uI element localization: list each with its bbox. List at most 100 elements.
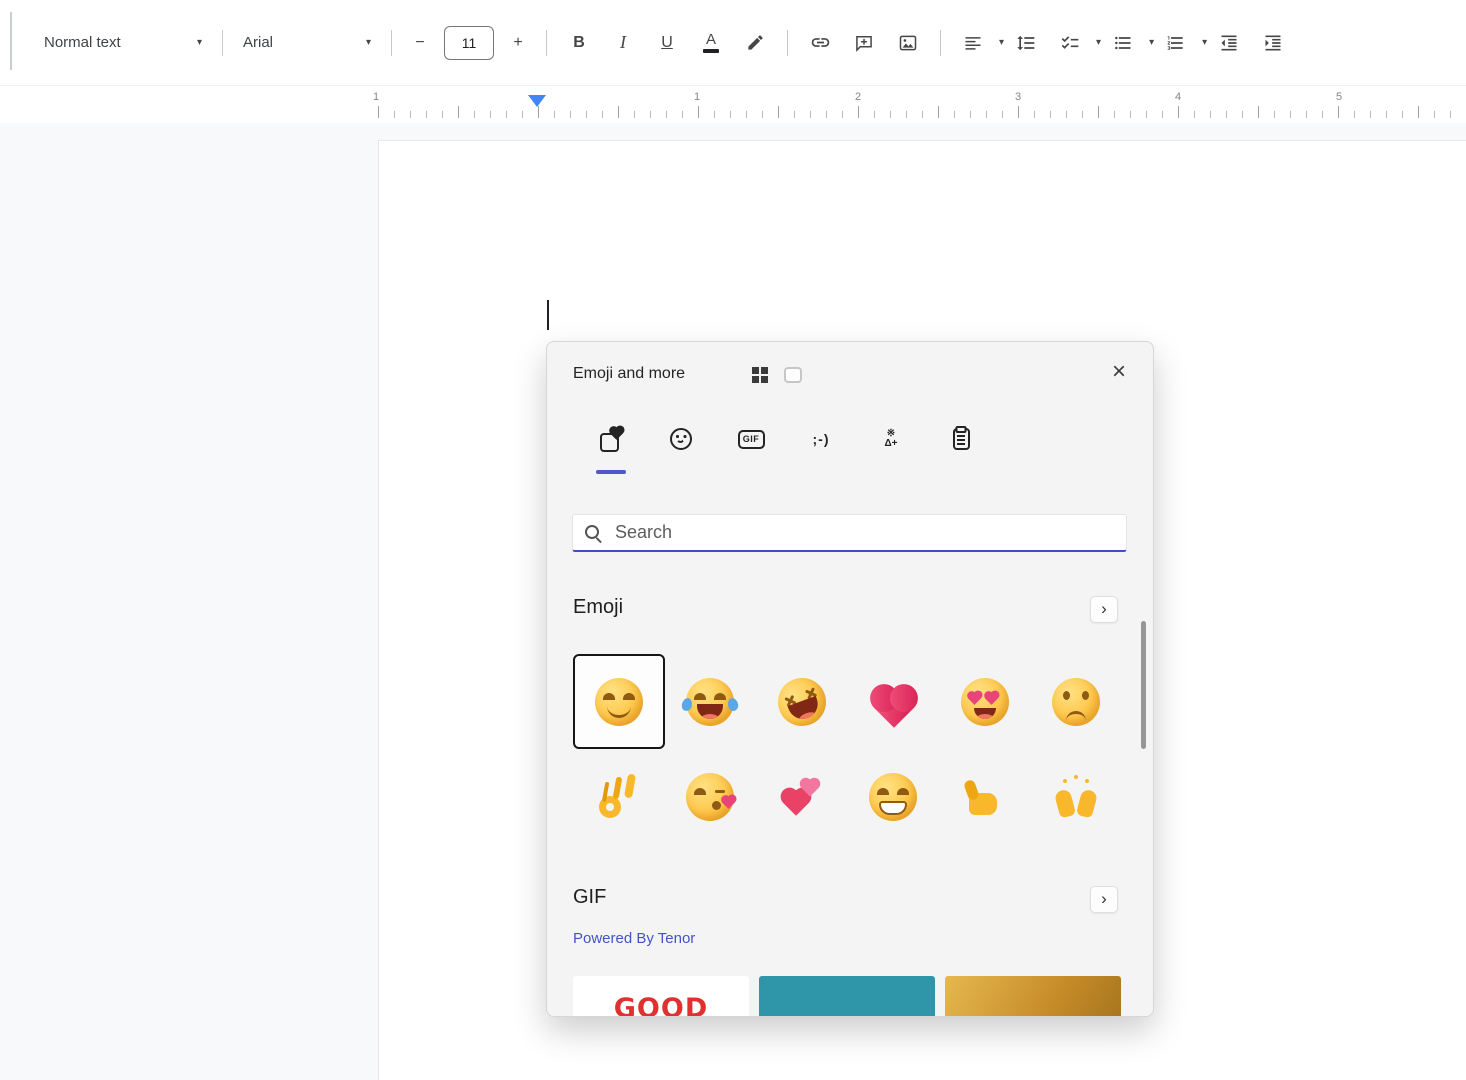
recent-favorites-icon (599, 427, 623, 451)
line-spacing-button[interactable] (1004, 24, 1048, 62)
tab-emoji[interactable] (661, 419, 701, 459)
panel-close-button[interactable]: × (1099, 352, 1139, 392)
tab-kaomoji[interactable]: ;-) (801, 419, 841, 459)
insert-image-button[interactable] (886, 24, 930, 62)
bulleted-list-icon (1113, 33, 1133, 53)
emoji-beaming-face-with-smiling-eyes[interactable] (848, 749, 940, 844)
bold-button[interactable]: B (557, 24, 601, 62)
chevron-down-icon: ▾ (197, 38, 202, 48)
paragraph-style-dropdown[interactable]: Normal text ▾ (34, 24, 212, 62)
checklist-button[interactable] (1048, 24, 1092, 62)
link-icon (810, 32, 831, 53)
decrease-indent-button[interactable] (1207, 24, 1251, 62)
toolbar-edge-divider (10, 12, 12, 70)
active-tab-indicator (596, 470, 626, 474)
numbered-list-icon (1166, 33, 1186, 53)
gif-section-title: GIF (573, 886, 606, 909)
chevron-down-icon: ▾ (366, 38, 371, 48)
toolbar: Normal text ▾ Arial ▾ − 11 + B I U A (0, 0, 1466, 86)
emoji-face-blowing-a-kiss[interactable] (665, 749, 757, 844)
symbols-icon: ※ Δ+ (884, 429, 897, 449)
font-dropdown[interactable]: Arial ▾ (233, 24, 381, 62)
ruler-number: 5 (1336, 91, 1342, 103)
tab-symbols[interactable]: ※ Δ+ (871, 419, 911, 459)
search-box[interactable] (572, 514, 1127, 552)
gif-thumbnail-good[interactable]: GOOD (573, 976, 749, 1017)
toolbar-divider (391, 30, 392, 56)
app-window: Normal text ▾ Arial ▾ − 11 + B I U A (0, 0, 1466, 1080)
gif-thumbnail-2[interactable] (759, 976, 935, 1017)
image-icon (898, 33, 918, 53)
indent-marker[interactable] (528, 95, 546, 107)
add-comment-button[interactable] (842, 24, 886, 62)
emoji-two-hearts[interactable] (756, 749, 848, 844)
paragraph-style-value: Normal text (44, 34, 121, 51)
comment-plus-icon (854, 33, 874, 53)
ruler-number: 4 (1175, 91, 1181, 103)
highlight-color-button[interactable] (733, 24, 777, 62)
gif-thumbnail-3[interactable] (945, 976, 1121, 1017)
text-cursor (547, 300, 549, 330)
emoji-smiling-face-with-smiling-eyes[interactable] (573, 654, 665, 749)
highlighter-pen-icon (746, 33, 765, 52)
bulleted-list-button[interactable] (1101, 24, 1145, 62)
numbered-list-button[interactable] (1154, 24, 1198, 62)
increase-font-size-button[interactable]: + (500, 24, 536, 62)
gif-results-row: GOOD (573, 976, 1121, 1017)
ruler-major-ticks (378, 106, 1466, 118)
decrease-font-size-button[interactable]: − (402, 24, 438, 62)
emoji-see-more-button[interactable]: › (1090, 596, 1118, 623)
align-left-icon (963, 33, 983, 53)
panel-dock-grid-icon[interactable] (752, 367, 768, 383)
emoji-face-with-tears-of-joy[interactable] (665, 654, 757, 749)
panel-dock-window-icon[interactable] (784, 367, 802, 383)
kaomoji-icon: ;-) (813, 431, 830, 447)
gif-good-text: GOOD (614, 993, 708, 1018)
font-value: Arial (243, 34, 273, 51)
ruler[interactable]: 1 1 2 3 4 5 (0, 86, 1466, 123)
emoji-sad-face[interactable] (1031, 654, 1123, 749)
insert-link-button[interactable] (798, 24, 842, 62)
emoji-rolling-on-the-floor-laughing[interactable] (756, 654, 848, 749)
checklist-icon (1060, 33, 1080, 53)
tab-gif[interactable]: GIF (731, 419, 771, 459)
ruler-number: 1 (373, 91, 379, 103)
ruler-number: 1 (694, 91, 700, 103)
text-color-letter: A (706, 32, 716, 47)
search-icon (585, 525, 601, 541)
emoji-thumbs-up[interactable] (939, 749, 1031, 844)
emoji-raising-hands[interactable] (1031, 749, 1123, 844)
gif-icon: GIF (738, 430, 765, 449)
search-input[interactable] (613, 521, 1114, 544)
ruler-number: 3 (1015, 91, 1021, 103)
panel-title: Emoji and more (573, 365, 685, 383)
line-spacing-icon (1016, 33, 1036, 53)
text-color-swatch (703, 49, 719, 53)
panel-tabs: GIF ;-) ※ Δ+ (591, 419, 981, 459)
toolbar-divider (940, 30, 941, 56)
smiley-icon (670, 428, 692, 450)
gif-see-more-button[interactable]: › (1090, 886, 1118, 913)
toolbar-divider (222, 30, 223, 56)
toolbar-divider (787, 30, 788, 56)
panel-scrollbar[interactable] (1141, 621, 1146, 749)
align-button[interactable] (951, 24, 995, 62)
indent-increase-icon (1263, 33, 1283, 53)
emoji-smiling-face-with-heart-eyes[interactable] (939, 654, 1031, 749)
emoji-red-heart[interactable] (848, 654, 940, 749)
indent-decrease-icon (1219, 33, 1239, 53)
tenor-attribution-link[interactable]: Powered By Tenor (573, 930, 695, 947)
emoji-panel: Emoji and more × GIF ;-) ※ Δ+ (546, 341, 1154, 1017)
text-color-button[interactable]: A (689, 24, 733, 62)
emoji-section-title: Emoji (573, 596, 623, 619)
ruler-number: 2 (855, 91, 861, 103)
tab-recent[interactable] (591, 419, 631, 459)
increase-indent-button[interactable] (1251, 24, 1295, 62)
clipboard-icon (953, 428, 970, 450)
tab-clipboard[interactable] (941, 419, 981, 459)
italic-button[interactable]: I (601, 24, 645, 62)
underline-button[interactable]: U (645, 24, 689, 62)
emoji-grid (573, 654, 1122, 844)
font-size-input[interactable]: 11 (444, 26, 494, 60)
emoji-ok-hand[interactable] (573, 749, 665, 844)
